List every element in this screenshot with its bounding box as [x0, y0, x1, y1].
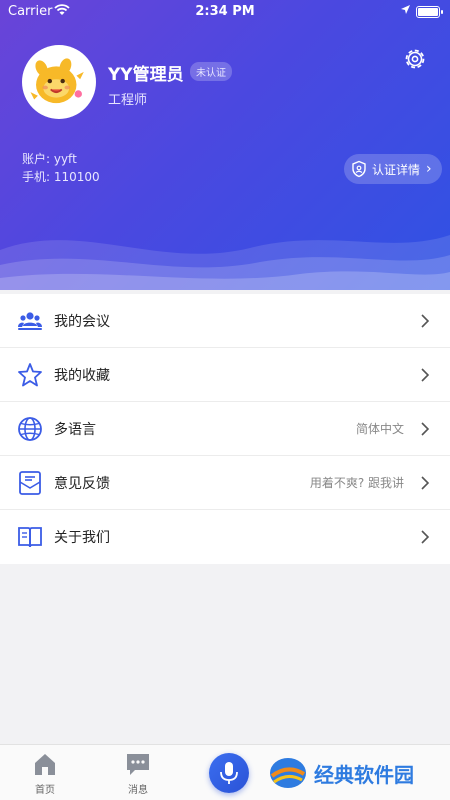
account-label: 账户: yyft — [22, 152, 77, 166]
avatar[interactable] — [22, 45, 96, 119]
menu-item-favorites[interactable]: 我的收藏 — [0, 348, 450, 402]
menu-item-value: 用着不爽? 跟我讲 — [309, 476, 404, 490]
watermark-text: 经典软件园 — [314, 762, 414, 787]
chevron-right-icon: › — [426, 161, 432, 177]
chevron-right-icon — [421, 368, 430, 382]
chevron-right-icon — [421, 314, 430, 328]
profile-header: Carrier 2:34 PM YY管理员 未认证 工程师 账户: yyft 手… — [0, 0, 450, 290]
tab-bar: 首页 消息 经典软件园 — [0, 744, 450, 800]
gear-icon[interactable] — [402, 46, 428, 72]
status-time: 2:34 PM — [195, 4, 255, 19]
people-icon — [18, 312, 42, 330]
verification-details-button[interactable]: 认证详情 › — [344, 154, 442, 184]
feedback-icon — [19, 471, 41, 495]
menu-item-about[interactable]: 关于我们 — [0, 510, 450, 564]
menu-item-label: 多语言 — [54, 421, 96, 438]
wave-decoration — [0, 235, 450, 290]
chevron-right-icon — [421, 530, 430, 544]
status-bar: Carrier 2:34 PM — [0, 0, 450, 24]
home-icon — [35, 754, 55, 775]
message-icon — [127, 754, 149, 775]
menu-item-language[interactable]: 多语言 简体中文 — [0, 402, 450, 456]
star-icon — [18, 363, 42, 387]
chevron-right-icon — [421, 476, 430, 490]
chevron-right-icon — [421, 422, 430, 436]
tab-home-label: 首页 — [35, 785, 55, 796]
menu-item-value: 简体中文 — [355, 422, 404, 436]
phone-label: 手机: 110100 — [22, 170, 100, 184]
verification-details-label: 认证详情 — [372, 162, 421, 177]
user-name: YY管理员 — [108, 65, 184, 85]
watermark-logo-icon — [270, 758, 306, 788]
menu-item-label: 意见反馈 — [54, 475, 110, 492]
menu-item-feedback[interactable]: 意见反馈 用着不爽? 跟我讲 — [0, 456, 450, 510]
battery-icon — [416, 6, 443, 18]
tab-home[interactable]: 首页 — [15, 751, 75, 796]
verification-badge: 未认证 — [190, 62, 232, 81]
menu-item-label: 我的会议 — [54, 313, 110, 330]
menu-item-label: 我的收藏 — [54, 367, 110, 384]
shield-icon — [352, 160, 366, 178]
book-icon — [18, 527, 42, 548]
watermark: 经典软件园 — [268, 755, 414, 791]
menu-item-meetings[interactable]: 我的会议 — [0, 294, 450, 348]
globe-icon — [18, 417, 42, 441]
settings-menu: 我的会议 我的收藏 多语言 简体中文 意见反馈 用着不爽? 跟我讲 关于我们 — [0, 294, 450, 564]
menu-item-label: 关于我们 — [54, 530, 110, 546]
user-role: 工程师 — [108, 93, 148, 108]
location-icon — [401, 5, 410, 14]
voice-button[interactable] — [209, 753, 249, 793]
microphone-icon — [220, 762, 238, 784]
tab-messages-label: 消息 — [128, 785, 148, 796]
tab-messages[interactable]: 消息 — [108, 751, 168, 796]
